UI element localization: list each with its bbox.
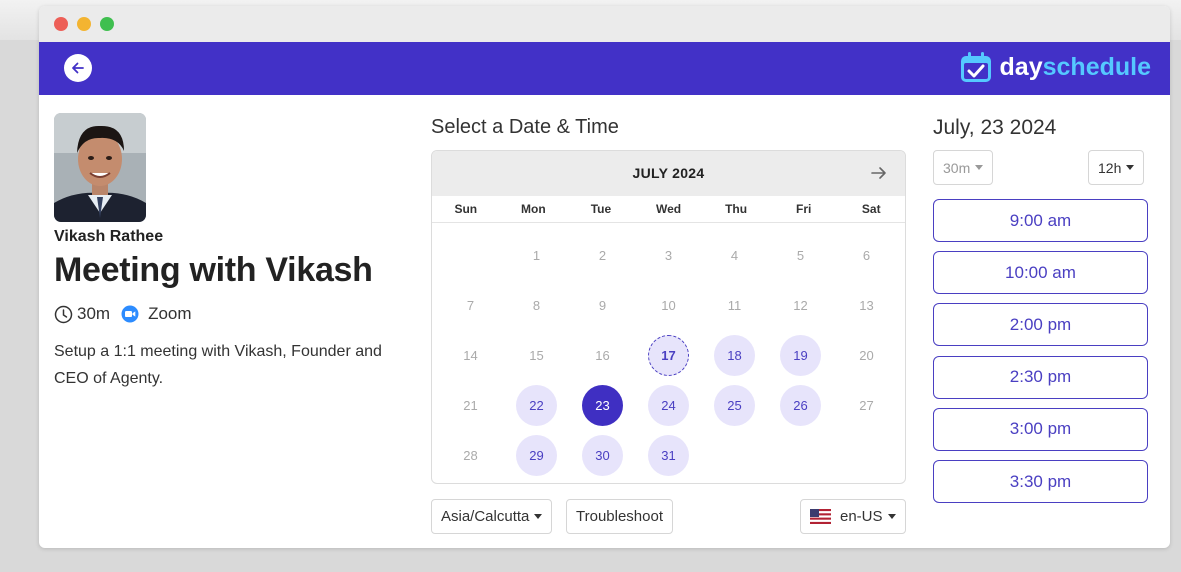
us-flag-icon: [810, 509, 831, 524]
host-photo: [54, 113, 146, 222]
weekday-label: Fri: [796, 202, 812, 216]
weekday-header: Sun Mon Tue Wed Thu Fri Sat: [432, 196, 905, 223]
calendar-day: 20: [859, 348, 874, 363]
time-slot-button[interactable]: 3:00 pm: [933, 407, 1148, 451]
time-slot-button[interactable]: 2:00 pm: [933, 303, 1148, 347]
calendar-day: 14: [463, 348, 478, 363]
browser-window: dayschedule Vikash Rathee Meeting with V…: [39, 6, 1170, 548]
maximize-window-dot[interactable]: [100, 17, 114, 31]
zoom-icon: [121, 305, 139, 323]
main-content: Vikash Rathee Meeting with Vikash 30m Zo…: [39, 95, 1170, 548]
calendar-day: 2: [598, 248, 607, 263]
calendar-day: 3: [664, 248, 673, 263]
calendar-day-selected[interactable]: 23: [582, 385, 623, 426]
time-slot-button[interactable]: 9:00 am: [933, 199, 1148, 242]
calendar-heading: Select a Date & Time: [431, 116, 619, 138]
event-duration: 30m: [77, 304, 111, 323]
time-slot-button[interactable]: 3:30 pm: [933, 460, 1148, 503]
caret-down-icon: [1126, 165, 1135, 170]
calendar-day[interactable]: 25: [714, 385, 755, 426]
next-month-arrow-icon[interactable]: [869, 163, 889, 183]
calendar-day: 5: [796, 248, 805, 263]
time-slot-button[interactable]: 10:00 am: [933, 251, 1148, 295]
locale-select[interactable]: en-US: [800, 499, 906, 534]
calendar-day[interactable]: 30: [582, 435, 623, 476]
minimize-window-dot[interactable]: [77, 17, 91, 31]
calendar-header: JULY 2024: [432, 151, 905, 196]
calendar-day: 7: [466, 298, 475, 313]
weekday-label: Mon: [521, 202, 546, 216]
weekday-label: Tue: [590, 202, 612, 216]
calendar-day: 21: [463, 398, 478, 413]
caret-down-icon: [975, 165, 984, 170]
close-window-dot[interactable]: [54, 17, 68, 31]
troubleshoot-label: Troubleshoot: [576, 508, 663, 525]
calendar-day: 9: [598, 298, 607, 313]
logo-text-day: day: [999, 52, 1043, 81]
calendar-check-icon: [960, 52, 991, 82]
weekday-label: Wed: [655, 202, 682, 216]
back-button[interactable]: [64, 54, 92, 82]
calendar-day: 12: [793, 298, 808, 313]
caret-down-icon: [887, 514, 896, 519]
troubleshoot-button[interactable]: Troubleshoot: [566, 499, 673, 534]
date-picker: JULY 2024 Sun Mon Tue Wed Thu Fri Sat 12345678…: [431, 150, 906, 484]
duration-select[interactable]: 30m: [933, 150, 994, 185]
event-title: Meeting with Vikash: [54, 251, 373, 289]
clock-icon: [54, 305, 73, 323]
host-name: Vikash Rathee: [54, 228, 164, 245]
calendar-day[interactable]: 18: [714, 335, 755, 376]
calendar-day: 27: [859, 398, 874, 413]
calendar-day: 10: [661, 298, 676, 313]
locale-value: en-US: [840, 508, 883, 525]
clock-format-value: 12h: [1098, 159, 1122, 176]
calendar-day[interactable]: 24: [648, 385, 689, 426]
calendar-day[interactable]: 22: [516, 385, 557, 426]
selected-date-heading: July, 23 2024: [933, 116, 1057, 139]
calendar-day[interactable]: 29: [516, 435, 557, 476]
window-titlebar: [39, 6, 1170, 42]
duration-value: 30m: [943, 159, 971, 176]
calendar-day: 15: [529, 348, 544, 363]
app-header: dayschedule: [39, 42, 1170, 95]
event-meta: 30m Zoom: [54, 304, 192, 324]
timezone-value: Asia/Calcutta: [441, 508, 530, 525]
calendar-day[interactable]: 17: [648, 335, 689, 376]
calendar-day: 1: [532, 248, 541, 263]
weekday-label: Sat: [861, 202, 881, 216]
calendar-day: 8: [532, 298, 541, 313]
calendar-day: 16: [595, 348, 610, 363]
calendar-day: 28: [463, 448, 478, 463]
caret-down-icon: [534, 514, 543, 519]
calendar-days-grid: 1 2 3 4 5 6 7 8 9 10 11 12 13 14 15 16 17 18 19 20 21 22 23 24 2…: [432, 223, 905, 483]
event-location: Zoom: [148, 304, 192, 323]
logo-text-schedule: schedule: [1042, 52, 1151, 81]
logo-wordmark: dayschedule: [1000, 53, 1151, 82]
weekday-label: Thu: [725, 202, 748, 216]
dayschedule-logo[interactable]: dayschedule: [958, 47, 1151, 87]
calendar-day: 6: [862, 248, 871, 263]
weekday-label: Sun: [454, 202, 478, 216]
calendar-day: 13: [859, 298, 874, 313]
event-description: Setup a 1:1 meeting with Vikash, Founder…: [54, 343, 382, 387]
calendar-day[interactable]: 19: [780, 335, 821, 376]
calendar-day: 11: [727, 298, 742, 313]
host-avatar: [54, 113, 146, 222]
time-slot-button[interactable]: 2:30 pm: [933, 355, 1148, 399]
arrow-left-icon: [72, 62, 84, 74]
calendar-month-label: JULY 2024: [632, 165, 705, 181]
clock-format-select[interactable]: 12h: [1088, 150, 1145, 185]
calendar-day: 4: [730, 248, 739, 263]
timezone-select[interactable]: Asia/Calcutta: [431, 499, 553, 534]
calendar-day[interactable]: 26: [780, 385, 821, 426]
calendar-day[interactable]: 31: [648, 435, 689, 476]
